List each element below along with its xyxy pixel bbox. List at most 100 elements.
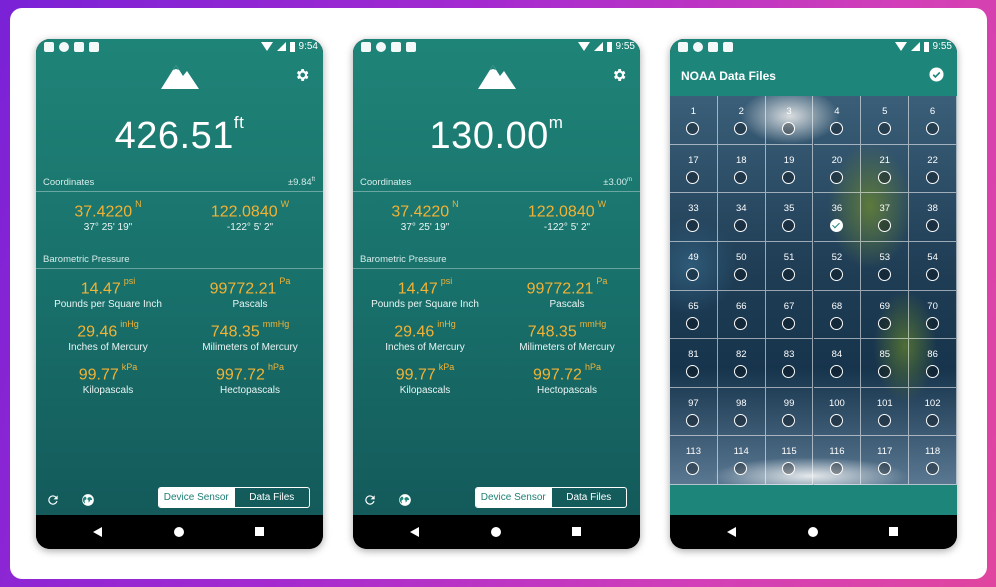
tile-radio-icon[interactable]	[686, 413, 700, 427]
tile-cell[interactable]: 5	[861, 96, 910, 145]
home-icon[interactable]	[491, 527, 501, 537]
recents-icon[interactable]	[572, 527, 581, 536]
recents-icon[interactable]	[255, 527, 264, 536]
device-sensor-tab[interactable]: Device Sensor	[476, 488, 551, 507]
tile-cell[interactable]: 114	[717, 436, 766, 485]
tile-radio-icon[interactable]	[734, 365, 748, 379]
tile-cell[interactable]: 1	[670, 96, 718, 145]
tile-radio-icon[interactable]	[782, 413, 796, 427]
tile-radio-icon[interactable]	[829, 413, 843, 427]
tile-cell[interactable]: 35	[765, 193, 814, 242]
tile-cell[interactable]: 33	[670, 193, 718, 242]
tile-radio-icon[interactable]	[925, 413, 939, 427]
tile-cell[interactable]: 67	[765, 290, 814, 340]
globe-icon[interactable]	[398, 493, 412, 507]
tile-cell[interactable]: 20	[813, 144, 862, 194]
tile-cell[interactable]: 118	[909, 436, 957, 485]
tile-radio-icon[interactable]	[734, 316, 748, 330]
tile-radio-icon[interactable]	[877, 267, 891, 281]
tile-radio-icon[interactable]	[925, 170, 939, 184]
tile-cell[interactable]: 98	[717, 387, 766, 437]
tile-cell[interactable]: 116	[813, 436, 862, 485]
tile-cell[interactable]: 82	[717, 339, 766, 388]
tile-radio-icon[interactable]	[829, 316, 843, 330]
tile-radio-icon[interactable]	[829, 365, 843, 379]
tile-radio-icon[interactable]	[782, 170, 796, 184]
tile-radio-icon[interactable]	[829, 170, 843, 184]
tile-cell[interactable]: 52	[813, 241, 862, 291]
tile-radio-icon[interactable]	[877, 316, 891, 330]
tile-cell[interactable]: 50	[717, 241, 766, 291]
tile-radio-icon[interactable]	[782, 219, 796, 233]
tile-radio-icon[interactable]	[686, 316, 700, 330]
tile-cell[interactable]: 81	[670, 339, 718, 388]
tile-cell[interactable]: 115	[765, 436, 814, 485]
tile-radio-icon[interactable]	[925, 462, 939, 476]
back-icon[interactable]	[727, 527, 736, 537]
tile-cell[interactable]: 34	[717, 193, 766, 242]
tile-cell[interactable]: 70	[909, 290, 957, 340]
tile-cell[interactable]: 86	[909, 339, 957, 388]
tile-radio-icon[interactable]	[877, 219, 891, 233]
tile-cell[interactable]: 85	[861, 339, 910, 388]
tile-radio-icon[interactable]	[925, 122, 939, 135]
tile-cell[interactable]: 53	[861, 241, 910, 291]
tile-radio-icon[interactable]	[782, 365, 796, 379]
tile-radio-icon[interactable]	[734, 219, 748, 233]
device-sensor-tab[interactable]: Device Sensor	[159, 488, 234, 507]
confirm-check-icon[interactable]	[929, 67, 944, 82]
tile-radio-icon[interactable]	[877, 413, 891, 427]
back-icon[interactable]	[93, 527, 102, 537]
tile-checked-icon[interactable]	[829, 219, 843, 233]
recents-icon[interactable]	[889, 527, 898, 536]
tile-radio-icon[interactable]	[734, 267, 748, 281]
tile-cell[interactable]: 49	[670, 241, 718, 291]
tile-radio-icon[interactable]	[686, 462, 700, 476]
tile-cell[interactable]: 65	[670, 290, 718, 340]
settings-gear-icon[interactable]	[294, 67, 310, 83]
tile-radio-icon[interactable]	[782, 122, 796, 135]
tile-radio-icon[interactable]	[829, 462, 843, 476]
tile-radio-icon[interactable]	[925, 219, 939, 233]
tile-cell[interactable]: 66	[717, 290, 766, 340]
tile-cell[interactable]: 69	[861, 290, 910, 340]
tile-cell[interactable]: 102	[909, 387, 957, 437]
home-icon[interactable]	[808, 527, 818, 537]
tile-radio-icon[interactable]	[925, 267, 939, 281]
tile-cell[interactable]: 100	[813, 387, 862, 437]
tile-cell[interactable]: 2	[717, 96, 766, 145]
tile-radio-icon[interactable]	[925, 365, 939, 379]
tile-cell[interactable]: 21	[861, 144, 910, 194]
refresh-icon[interactable]	[363, 493, 377, 507]
tile-cell[interactable]: 51	[765, 241, 814, 291]
tile-radio-icon[interactable]	[829, 122, 843, 135]
home-icon[interactable]	[174, 527, 184, 537]
tile-cell[interactable]: 6	[909, 96, 957, 145]
tile-cell[interactable]: 113	[670, 436, 718, 485]
tile-cell[interactable]: 4	[813, 96, 862, 145]
tile-cell[interactable]: 97	[670, 387, 718, 437]
tile-cell[interactable]: 38	[909, 193, 957, 242]
tile-radio-icon[interactable]	[734, 462, 748, 476]
tile-radio-icon[interactable]	[829, 267, 843, 281]
tile-radio-icon[interactable]	[877, 365, 891, 379]
tile-cell[interactable]: 101	[861, 387, 910, 437]
tile-radio-icon[interactable]	[782, 462, 796, 476]
tile-cell[interactable]: 83	[765, 339, 814, 388]
tile-radio-icon[interactable]	[734, 122, 748, 135]
tile-radio-icon[interactable]	[782, 316, 796, 330]
back-icon[interactable]	[410, 527, 419, 537]
tile-radio-icon[interactable]	[734, 413, 748, 427]
tile-radio-icon[interactable]	[686, 267, 700, 281]
data-files-tab[interactable]: Data Files	[550, 488, 627, 507]
tile-radio-icon[interactable]	[925, 316, 939, 330]
data-files-tab[interactable]: Data Files	[233, 488, 310, 507]
settings-gear-icon[interactable]	[611, 67, 627, 83]
tile-cell[interactable]: 3	[765, 96, 814, 145]
tile-cell[interactable]: 22	[909, 144, 957, 194]
tile-radio-icon[interactable]	[686, 170, 700, 184]
tile-cell[interactable]: 17	[670, 144, 718, 194]
tile-cell[interactable]: 18	[717, 144, 766, 194]
tile-radio-icon[interactable]	[877, 170, 891, 184]
tile-radio-icon[interactable]	[877, 462, 891, 476]
